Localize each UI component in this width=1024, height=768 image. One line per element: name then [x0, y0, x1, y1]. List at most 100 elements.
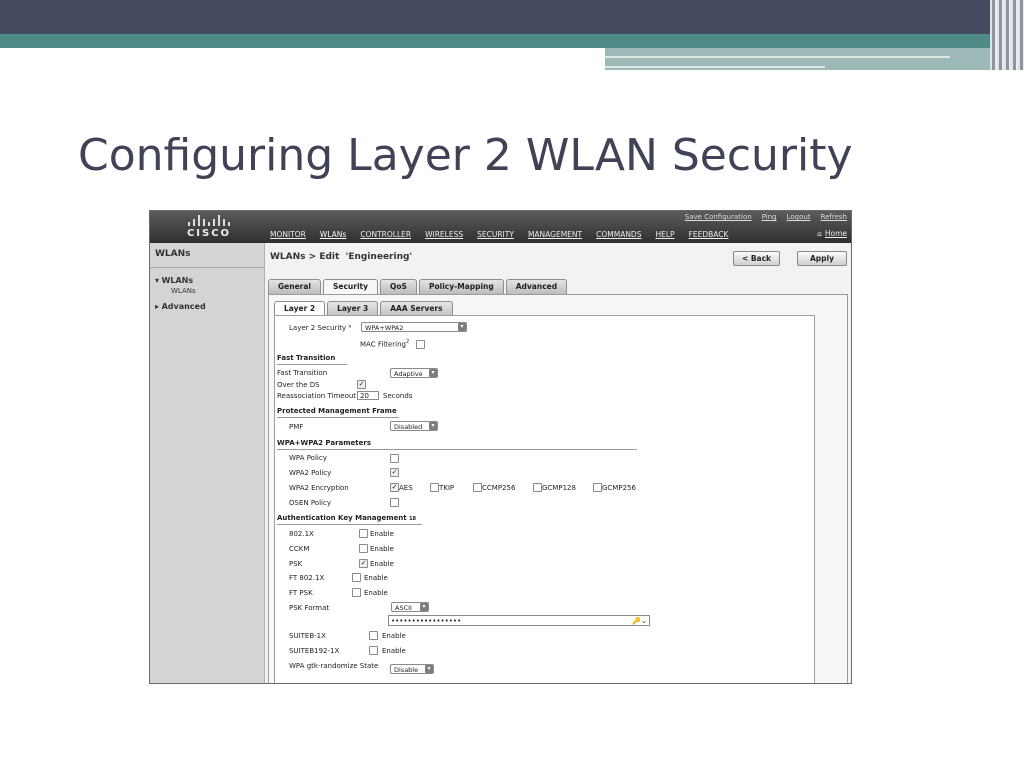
ping-link[interactable]: Ping — [762, 213, 777, 221]
nav-wlans[interactable]: WLANs — [320, 230, 346, 239]
gcmp128-checkbox[interactable] — [533, 483, 542, 492]
osen-policy-label: OSEN Policy — [289, 499, 331, 507]
pmf-label: PMF — [289, 423, 304, 431]
seconds-unit-label: Seconds — [383, 392, 413, 400]
nav-commands[interactable]: COMMANDS — [596, 230, 641, 239]
refresh-link[interactable]: Refresh — [821, 213, 847, 221]
sidebar-divider — [150, 267, 264, 268]
info-icon: 18 — [409, 516, 417, 522]
akm-8021x-checkbox[interactable] — [359, 529, 368, 538]
akm-label-cckm: CCKM — [289, 545, 310, 553]
suiteb-1x-label: SUITEB-1X — [289, 632, 326, 640]
akm-ft-8021x-checkbox[interactable] — [352, 573, 361, 582]
osen-policy-checkbox[interactable] — [390, 498, 399, 507]
sidebar-subitem-wlans[interactable]: WLANs — [171, 287, 196, 295]
info-icon: ⁶ — [348, 324, 352, 332]
tab-general[interactable]: General — [268, 279, 321, 294]
logout-link[interactable]: Logout — [787, 213, 811, 221]
nav-security[interactable]: SECURITY — [477, 230, 514, 239]
subtab-layer2[interactable]: Layer 2 — [274, 301, 326, 316]
tab-security[interactable]: Security — [323, 279, 379, 295]
section-divider — [277, 449, 637, 450]
wpa-policy-checkbox[interactable] — [390, 454, 399, 463]
nav-help[interactable]: HELP — [655, 230, 674, 239]
slide-accent-line — [605, 66, 825, 68]
nav-monitor[interactable]: MONITOR — [270, 230, 306, 239]
back-button[interactable]: < Back — [733, 251, 780, 266]
section-divider — [277, 524, 422, 525]
home-link[interactable]: ⌂ Home — [817, 229, 847, 238]
reassociation-timeout-input[interactable]: 20 — [357, 391, 379, 400]
enable-label: Enable — [364, 589, 388, 597]
akm-label-psk: PSK — [289, 560, 303, 568]
enable-label: Enable — [364, 574, 388, 582]
nav-wireless[interactable]: WIRELESS — [425, 230, 463, 239]
over-ds-checkbox[interactable]: ✓ — [357, 380, 366, 389]
subtab-aaa-servers[interactable]: AAA Servers — [380, 301, 453, 315]
suiteb-1x-checkbox[interactable] — [369, 631, 378, 640]
tab-advanced[interactable]: Advanced — [505, 279, 568, 294]
tkip-label: TKIP — [439, 484, 455, 492]
slide-corner-stripes — [990, 0, 1024, 70]
gcmp256-label: GCMP256 — [602, 484, 636, 492]
slide-header-band — [0, 0, 1024, 34]
home-label: Home — [824, 229, 847, 238]
nav-controller[interactable]: CONTROLLER — [360, 230, 411, 239]
chevron-down-icon: ▾ — [429, 369, 437, 377]
mac-filtering-checkbox[interactable] — [416, 340, 425, 349]
sidebar: WLANs ▾ WLANs WLANs ▸ Advanced — [150, 243, 265, 683]
chevron-down-icon: ▾ — [420, 603, 428, 611]
gtk-randomize-label: WPA gtk-randomize State — [289, 662, 379, 670]
akm-label-ft-8021x: FT 802.1X — [289, 574, 325, 582]
sidebar-item-wlans[interactable]: ▾ WLANs — [155, 276, 193, 285]
wpa-policy-label: WPA Policy — [289, 454, 327, 462]
logo-text: CISCO — [186, 228, 232, 239]
section-divider — [277, 364, 347, 365]
akm-cckm-checkbox[interactable] — [359, 544, 368, 553]
nav-feedback[interactable]: FEEDBACK — [689, 230, 729, 239]
apply-button[interactable]: Apply — [797, 251, 847, 266]
cisco-bridge-icon — [164, 214, 254, 226]
fast-transition-select[interactable]: Adaptive ▾ — [390, 368, 438, 378]
layer2-security-select[interactable]: WPA+WPA2 ▾ — [361, 322, 467, 332]
reassociation-timeout-label: Reassociation Timeout — [277, 392, 357, 400]
pmf-select[interactable]: Disabled ▾ — [390, 421, 438, 431]
wpa2-policy-checkbox[interactable]: ✓ — [390, 468, 399, 477]
subtab-layer3[interactable]: Layer 3 — [327, 301, 379, 315]
save-configuration-link[interactable]: Save Configuration — [685, 213, 752, 221]
key-dropdown-icon[interactable]: 🔑⌄ — [632, 616, 647, 627]
enable-label: Enable — [370, 545, 394, 553]
akm-psk-checkbox[interactable]: ✓ — [359, 559, 368, 568]
tab-qos[interactable]: QoS — [380, 279, 417, 294]
chevron-down-icon: ▾ — [425, 665, 433, 673]
psk-format-select[interactable]: ASCII ▾ — [391, 602, 429, 612]
mac-filtering-label: MAC Filtering2 — [360, 339, 410, 349]
utility-links: Save Configuration Ping Logout Refresh — [685, 213, 847, 221]
top-bar: CISCO Save Configuration Ping Logout Ref… — [150, 211, 851, 243]
tkip-checkbox[interactable] — [430, 483, 439, 492]
enable-label: Enable — [382, 647, 406, 655]
enable-label: Enable — [370, 530, 394, 538]
sidebar-item-advanced[interactable]: ▸ Advanced — [155, 302, 206, 311]
home-icon: ⌂ — [817, 229, 822, 238]
aes-checkbox[interactable]: ✓ — [390, 483, 399, 492]
gcmp256-checkbox[interactable] — [593, 483, 602, 492]
suiteb192-1x-checkbox[interactable] — [369, 646, 378, 655]
layer2-security-label: Layer 2 Security ⁶ — [289, 324, 352, 332]
nav-management[interactable]: MANAGEMENT — [528, 230, 582, 239]
psk-key-input[interactable]: ••••••••••••••••• 🔑⌄ — [388, 615, 650, 626]
akm-section: Authentication Key Management 18 — [277, 514, 417, 522]
tab-policy-mapping[interactable]: Policy-Mapping — [418, 279, 504, 294]
chevron-down-icon: ▾ — [429, 422, 437, 430]
page-title: WLANs > Edit 'Engineering' — [270, 252, 413, 262]
wlan-name: 'Engineering' — [345, 252, 413, 262]
fast-transition-section: Fast Transition — [277, 354, 336, 362]
akm-label-8021x: 802.1X — [289, 530, 314, 538]
akm-ft-psk-checkbox[interactable] — [352, 588, 361, 597]
ccmp256-checkbox[interactable] — [473, 483, 482, 492]
wpa-parameters-section: WPA+WPA2 Parameters — [277, 439, 372, 447]
slide-accent-line — [605, 56, 950, 58]
section-divider — [277, 417, 399, 418]
gtk-randomize-select[interactable]: Disable ▾ — [390, 664, 434, 674]
security-tab-panel: Layer 2 Layer 3 AAA Servers Layer 2 Secu… — [268, 294, 848, 683]
